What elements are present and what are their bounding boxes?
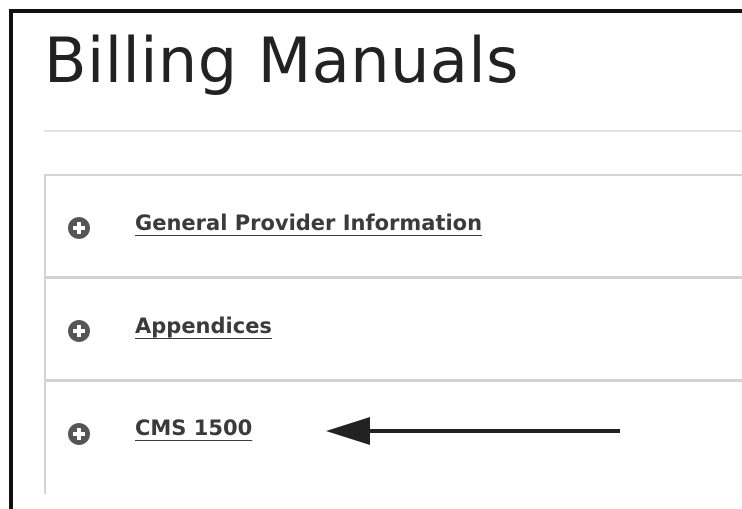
- plus-circle-icon[interactable]: [68, 217, 90, 239]
- left-arrow-icon: [326, 417, 620, 445]
- appendices-link[interactable]: Appendices: [135, 314, 272, 338]
- page-title: Billing Manuals: [44, 24, 519, 97]
- cms-1500-link[interactable]: CMS 1500: [135, 416, 252, 440]
- billing-manuals-accordion: General Provider Information Appendices …: [44, 174, 742, 494]
- plus-circle-icon[interactable]: [68, 320, 90, 342]
- plus-circle-icon[interactable]: [68, 423, 90, 445]
- general-provider-information-link[interactable]: General Provider Information: [135, 211, 482, 235]
- accordion-item-appendices[interactable]: Appendices: [46, 279, 742, 382]
- title-divider: [44, 130, 742, 132]
- accordion-item-general-provider-information[interactable]: General Provider Information: [46, 176, 742, 279]
